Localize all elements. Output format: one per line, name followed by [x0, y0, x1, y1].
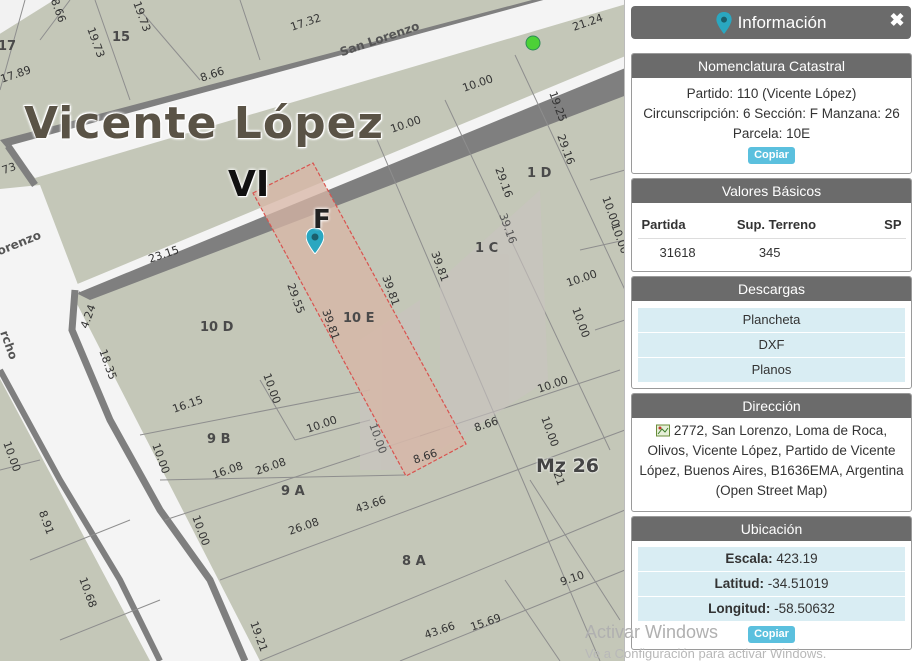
ubicacion-header: Ubicación	[632, 517, 911, 541]
lot-label: 15	[112, 30, 131, 45]
descargas-card: Descargas Plancheta DXF Planos	[631, 276, 912, 389]
lot-label: 1 D	[527, 166, 552, 181]
valores-table: Partida Sup. Terreno SP 31618 345	[637, 211, 906, 267]
download-dxf-link[interactable]: DXF	[638, 333, 905, 358]
column-header-partida: Partida	[637, 211, 733, 239]
valores-header: Valores Básicos	[632, 179, 911, 203]
lot-label: 8 A	[402, 554, 426, 569]
lot-label: 9 B	[207, 432, 231, 447]
nomenclatura-circunscripcion: Circunscripción: 6 Sección: F Manzana: 2…	[643, 106, 900, 121]
table-row: 31618 345	[638, 239, 906, 267]
escala-row: Escala: 423.19	[638, 547, 905, 572]
valores-card: Valores Básicos Partida Sup. Terreno SP …	[631, 178, 912, 272]
sup-terreno-value: 345	[758, 245, 781, 260]
longitud-row: Longitud: -58.50632	[638, 597, 905, 622]
info-panel: Información ✖ Nomenclatura Catastral Par…	[624, 0, 918, 661]
column-header-sup-terreno: Sup. Terreno	[732, 211, 867, 239]
municipality-label: Vicente López	[24, 98, 385, 149]
nomenclatura-header: Nomenclatura Catastral	[632, 54, 911, 78]
seccion-label: F	[313, 205, 331, 235]
descargas-header: Descargas	[632, 277, 911, 301]
direccion-card: Dirección 2772, San Lorenzo, Loma de Roc…	[631, 393, 912, 512]
windows-activation-watermark: Activar Windows	[585, 622, 719, 642]
copy-ubicacion-button[interactable]: Copiar	[748, 626, 795, 643]
lot-label: 9 A	[281, 484, 305, 499]
copy-nomenclatura-button[interactable]: Copiar	[748, 147, 795, 164]
map-locate-icon[interactable]	[655, 423, 670, 437]
lot-label: 10 D	[200, 320, 234, 335]
lot-label: 10 E	[343, 311, 375, 326]
map-pin-icon	[715, 11, 732, 34]
latitud-row: Latitud: -34.51019	[638, 572, 905, 597]
nomenclatura-card: Nomenclatura Catastral Partido: 110 (Vic…	[631, 53, 912, 174]
panel-header: Información ✖	[631, 6, 911, 39]
download-plancheta-link[interactable]: Plancheta	[638, 308, 905, 333]
longitud-label: Longitud:	[708, 601, 771, 616]
escala-label: Escala:	[725, 551, 773, 566]
latitud-value: -34.51019	[767, 576, 829, 591]
manzana-label: Mz 26	[536, 455, 600, 477]
nomenclatura-parcela: Parcela: 10E	[732, 126, 811, 141]
latitud-label: Latitud:	[714, 576, 764, 591]
lot-label: 17	[0, 39, 17, 54]
sp-value	[867, 239, 906, 267]
longitud-value: -58.50632	[774, 601, 835, 616]
column-header-sp: SP	[866, 211, 906, 239]
close-icon[interactable]: ✖	[889, 11, 905, 29]
address-text: 2772, San Lorenzo, Loma de Roca, Olivos,…	[639, 423, 904, 498]
partida-value: 31618	[659, 245, 696, 260]
direccion-header: Dirección	[632, 394, 911, 418]
download-planos-link[interactable]: Planos	[638, 358, 905, 383]
panel-title: Información	[737, 12, 827, 32]
circunscripcion-label: VI	[228, 164, 270, 205]
lot-label: 1 C	[475, 241, 499, 256]
windows-activation-subtext: Ve a Configuración para activar Windows.	[585, 646, 827, 661]
nomenclatura-partido: Partido: 110 (Vicente López)	[686, 86, 857, 101]
escala-value: 423.19	[776, 551, 818, 566]
